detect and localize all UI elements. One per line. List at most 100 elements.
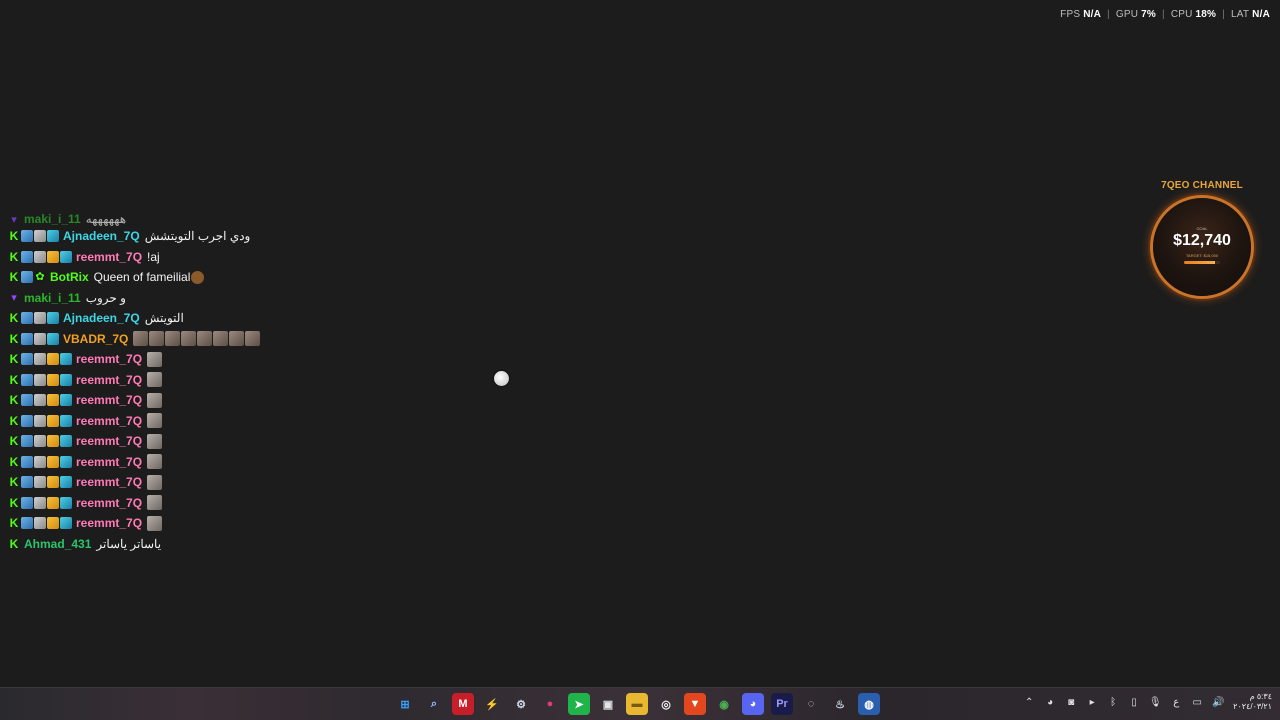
chat-username[interactable]: reemmt_7Q <box>76 352 142 366</box>
goal-amount: $12,740 <box>1173 232 1231 249</box>
search-icon[interactable]: ⌕ <box>423 693 445 715</box>
crown-badge-icon <box>47 414 59 427</box>
chat-message: K ✿ BotRix Queen of fameilial <box>8 267 388 288</box>
pickaxe-badge-icon <box>21 332 33 345</box>
headset-icon[interactable]: ◙ <box>1065 696 1077 708</box>
chat-username[interactable]: maki_i_11 <box>24 291 81 305</box>
kick-badge-icon: K <box>9 413 19 428</box>
kick-badge-icon: K <box>9 495 19 510</box>
chat-username[interactable]: Ajnadeen_7Q <box>63 229 140 243</box>
kick-badge-icon: K <box>9 249 19 264</box>
blue-badge-icon <box>60 455 72 468</box>
twitch-badge-icon: ▾ <box>11 214 17 226</box>
chat-username[interactable]: Ahmad_431 <box>24 537 91 551</box>
active-app-icon[interactable]: ◍ <box>858 693 880 715</box>
chat-emote-icon <box>147 495 163 511</box>
play-icon[interactable]: ▸ <box>1086 696 1098 708</box>
chat-badges: ▾ <box>8 292 20 304</box>
chat-message: Kreemmt_7Q <box>8 349 388 370</box>
kick-badge-icon: K <box>9 331 19 346</box>
crown-badge-icon <box>47 353 59 366</box>
chat-emote-icon <box>147 392 163 408</box>
chat-badges: K <box>8 413 72 428</box>
brave-browser-icon[interactable]: ▼ <box>684 693 706 715</box>
blue-badge-icon <box>60 373 72 386</box>
crown-badge-icon <box>47 250 59 263</box>
gray-badge-icon <box>34 250 46 263</box>
chat-username[interactable]: reemmt_7Q <box>76 516 142 530</box>
image-editor-icon[interactable]: ▣ <box>597 693 619 715</box>
gray-badge-icon <box>34 455 46 468</box>
chat-username[interactable]: reemmt_7Q <box>76 373 142 387</box>
chat-message: Kreemmt_7Q <box>8 493 388 514</box>
chat-text: !aj <box>147 249 160 264</box>
steelseries-icon[interactable]: ◎ <box>655 693 677 715</box>
chat-username[interactable]: maki_i_11 <box>24 212 81 226</box>
blue-badge-icon <box>60 476 72 489</box>
app-red-icon[interactable]: M <box>452 693 474 715</box>
clock-date: ٢٠٢٤/٠٣/٢١ <box>1233 702 1272 711</box>
chat-username[interactable]: reemmt_7Q <box>76 455 142 469</box>
chat-username[interactable]: Ajnadeen_7Q <box>63 311 140 325</box>
chat-message: Kreemmt_7Q <box>8 370 388 391</box>
chat-username[interactable]: reemmt_7Q <box>76 414 142 428</box>
goal-progress-fill <box>1184 261 1215 264</box>
pickaxe-badge-icon <box>21 271 33 284</box>
green-send-icon[interactable]: ➤ <box>568 693 590 715</box>
gray-badge-icon <box>34 517 46 530</box>
gray-badge-icon <box>34 332 46 345</box>
obs-icon[interactable]: ◌ <box>800 693 822 715</box>
chat-badges: K ✿ <box>8 271 46 284</box>
fps-stat: FPS N/A <box>1060 9 1101 20</box>
volume-icon[interactable]: 🔊 <box>1212 696 1224 708</box>
taskbar-apps: ⊞ ⌕ M ⚡ ⚙ ● ➤ ▣ ▬ ◎ ▼ ◉ ◕ Pr ◌ ♨ ◍ <box>394 693 880 715</box>
settings-gear-icon[interactable]: ⚙ <box>510 693 532 715</box>
kick-badge-icon: K <box>9 372 19 387</box>
gray-badge-icon <box>34 312 46 325</box>
chrome-icon[interactable]: ◉ <box>713 693 735 715</box>
chat-username[interactable]: BotRix <box>50 270 89 284</box>
chat-username[interactable]: reemmt_7Q <box>76 393 142 407</box>
chat-username[interactable]: reemmt_7Q <box>76 250 142 264</box>
chat-emote-icon <box>133 331 149 347</box>
windows-start-icon[interactable]: ⊞ <box>394 693 416 715</box>
steam-icon[interactable]: ♨ <box>829 693 851 715</box>
chat-emote-icon <box>147 433 163 449</box>
chat-message: Kreemmt_7Q <box>8 452 388 473</box>
language-indicator[interactable]: ع <box>1170 696 1182 708</box>
pickaxe-badge-icon <box>21 230 33 243</box>
bluetooth-icon[interactable]: ᛒ <box>1107 696 1119 708</box>
lightning-icon[interactable]: ⚡ <box>481 693 503 715</box>
pickaxe-badge-icon <box>21 250 33 263</box>
goal-ring: GOAL $12,740 TARGET: $15,000 <box>1153 198 1251 296</box>
clock-time: ٥:٣٤ م <box>1249 692 1272 701</box>
kick-badge-icon: K <box>9 536 19 551</box>
display-icon[interactable]: ▭ <box>1191 696 1203 708</box>
clock[interactable]: ٥:٣٤ م ٢٠٢٤/٠٣/٢١ <box>1233 692 1272 712</box>
blue-badge-icon <box>60 353 72 366</box>
goal-channel-title: 7QEO CHANNEL <box>1161 180 1243 191</box>
discord-icon[interactable]: ◕ <box>742 693 764 715</box>
chevron-up-icon[interactable]: ⌃ <box>1023 696 1035 708</box>
discord-tray-icon[interactable]: ◕ <box>1044 696 1056 708</box>
chat-username[interactable]: reemmt_7Q <box>76 496 142 510</box>
microphone-icon[interactable]: 🎙 <box>1149 696 1162 708</box>
chat-message: K Ahmad_431 ياساتر ياساتر <box>8 534 388 555</box>
file-explorer-icon[interactable]: ▬ <box>626 693 648 715</box>
pink-app-icon[interactable]: ● <box>539 693 561 715</box>
chat-username[interactable]: VBADR_7Q <box>63 332 128 346</box>
cpu-stat: CPU 18% <box>1171 9 1216 20</box>
chat-emote-icon <box>147 372 163 388</box>
battery-icon[interactable]: ▯ <box>1128 696 1140 708</box>
pickaxe-badge-icon <box>21 517 33 530</box>
gray-badge-icon <box>34 353 46 366</box>
chat-username[interactable]: reemmt_7Q <box>76 475 142 489</box>
chat-emote-icon <box>147 351 163 367</box>
kick-badge-icon: K <box>9 475 19 490</box>
chat-badges: K <box>8 331 59 346</box>
kick-badge-icon: K <box>9 352 19 367</box>
premiere-pro-icon[interactable]: Pr <box>771 693 793 715</box>
chat-username[interactable]: reemmt_7Q <box>76 434 142 448</box>
chat-text: ودي اجرب التويتشش <box>144 229 251 244</box>
chat-text: ياساتر ياساتر <box>96 536 162 551</box>
